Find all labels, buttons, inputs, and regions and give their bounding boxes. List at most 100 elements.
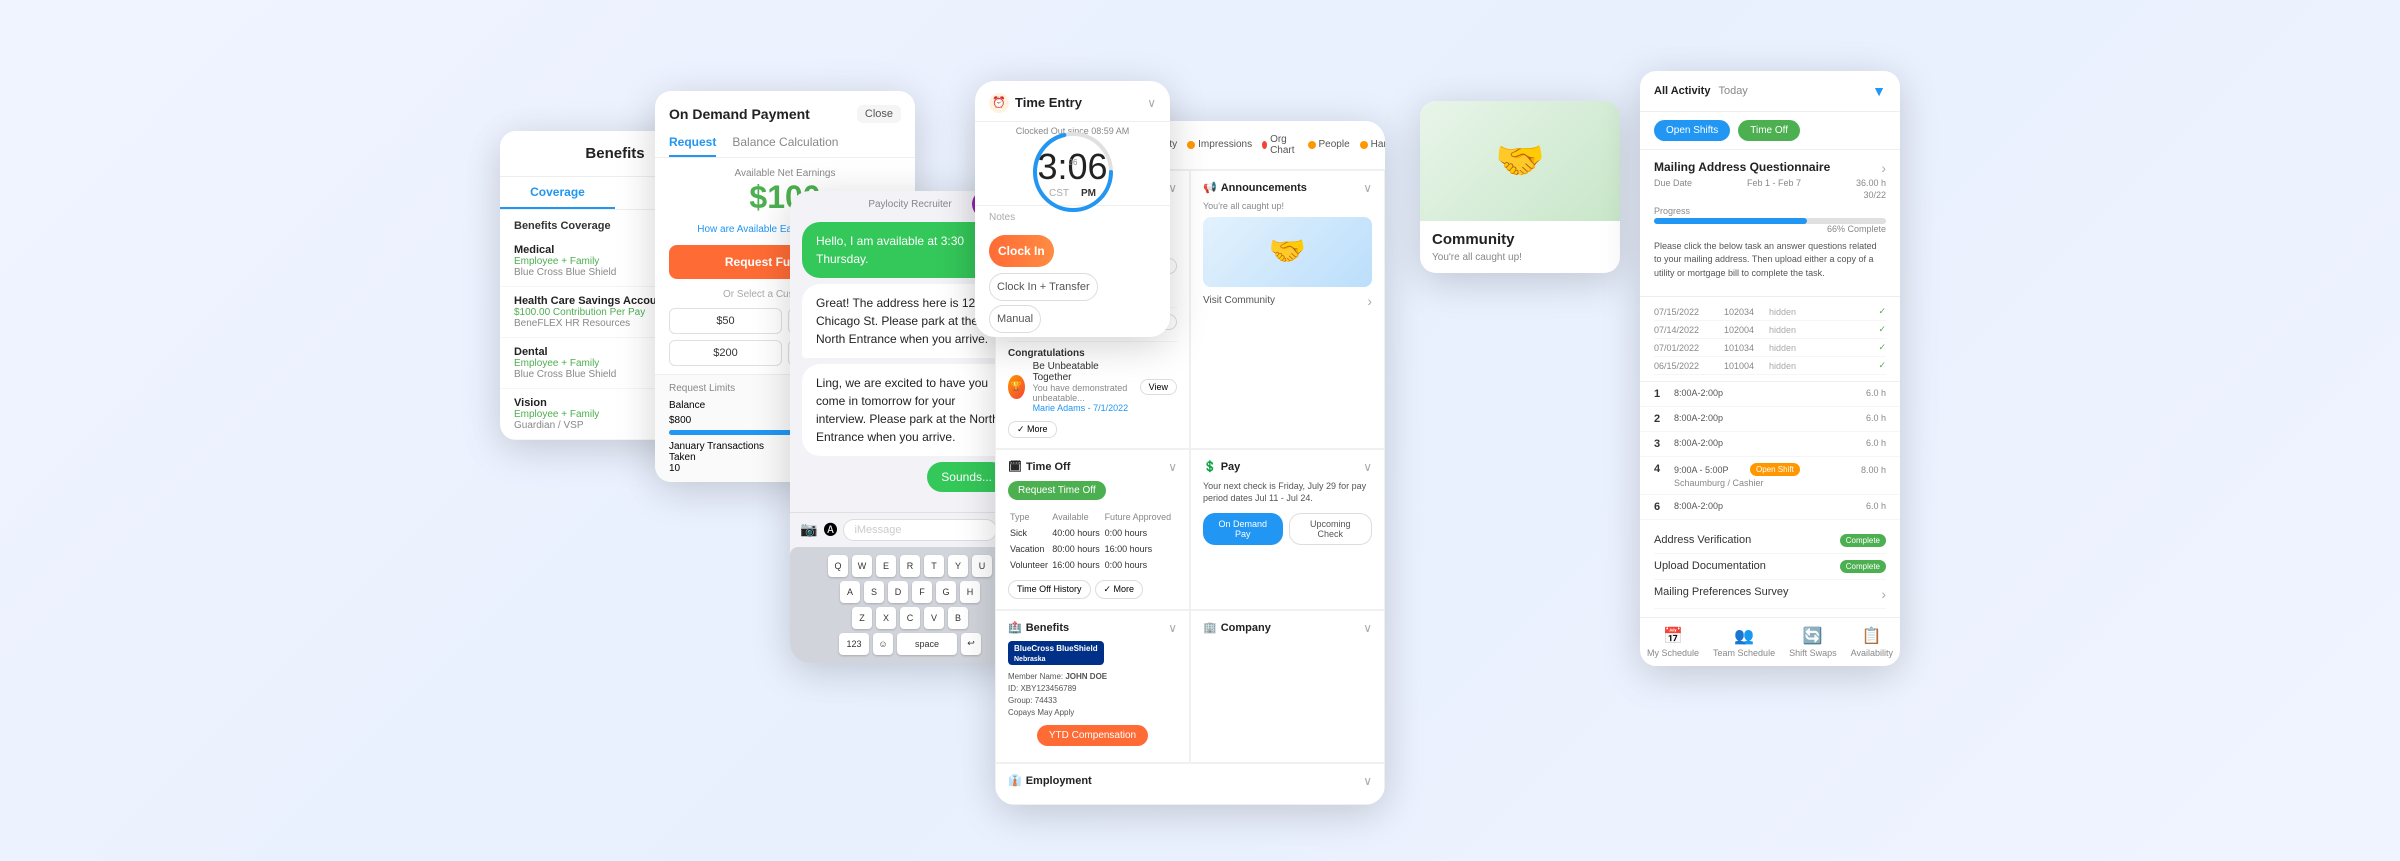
key-a[interactable]: A [840,581,860,603]
filter-icon[interactable]: ▼ [1872,83,1886,99]
schedule-entry-3a: 8:00A-2:00p 6.0 h [1674,438,1886,448]
odp-balance-tab[interactable]: Balance Calculation [732,129,838,157]
key-x[interactable]: X [876,607,896,629]
odp-request-tab[interactable]: Request [669,129,716,157]
odp-title: On Demand Payment [669,106,810,122]
te-clock-display: 26 3:06 CST PM [975,140,1170,205]
shift-swaps-icon: 🔄 [1803,626,1823,646]
key-u[interactable]: U [972,555,992,577]
pay-chevron[interactable]: ∨ [1363,460,1372,474]
progress-pct: 66% Complete [1654,224,1886,234]
key-t[interactable]: T [924,555,944,577]
schedule-entry-6a: 8:00A-2:00p 6.0 h [1674,501,1886,511]
schedule-day-3: 3 8:00A-2:00p 6.0 h [1640,432,1900,457]
mailing-due-section: Due Date Feb 1 - Feb 7 36.00 h [1654,178,1886,188]
te-header: ⏰ Time Entry ∨ [975,81,1170,122]
odp-taken-label: Taken [669,452,696,463]
nav-item-people[interactable]: People [1308,134,1350,156]
ytd-compensation-button[interactable]: YTD Compensation [1037,725,1148,746]
bcbs-logo: BlueCross BlueShield Nebraska [1008,641,1104,665]
schedule-day-6: 6 8:00A-2:00p 6.0 h [1640,495,1900,520]
key-q[interactable]: Q [828,555,848,577]
time-entry-card: ⏰ Time Entry ∨ Clocked Out since 08:59 A… [975,81,1170,337]
te-chevron[interactable]: ∨ [1147,96,1156,110]
on-demand-pay-button[interactable]: On Demand Pay [1203,513,1283,545]
more-button[interactable]: ✓ More [1008,421,1057,438]
key-c[interactable]: C [900,607,920,629]
company-header: 🏢 Company [1203,621,1271,634]
company-chevron[interactable]: ∨ [1363,621,1372,635]
benefits-widget-chevron[interactable]: ∨ [1168,621,1177,635]
nav-item-impressions[interactable]: Impressions [1187,134,1252,156]
congrats-by: Marie Adams - 7/1/2022 [1033,403,1136,413]
upload-documentation-task: Upload Documentation Complete [1654,554,1886,580]
key-w[interactable]: W [852,555,872,577]
odp-jan-label: January Transactions [669,441,764,452]
task-check-3: ✓ [1878,342,1886,353]
odp-amount-50[interactable]: $50 [669,308,782,334]
community-image: 🤝 [1420,101,1620,221]
upcoming-check-button[interactable]: Upcoming Check [1289,513,1372,545]
clock-in-button[interactable]: Clock In [989,235,1054,267]
key-y[interactable]: Y [948,555,968,577]
timeoff-chevron[interactable]: ∨ [1168,460,1177,474]
announcements-image: 🤝 [1203,217,1372,287]
key-s[interactable]: S [864,581,884,603]
imessage-input[interactable]: iMessage [843,519,996,541]
key-v[interactable]: V [924,607,944,629]
key-emoji[interactable]: ☺ [873,633,893,655]
activity-tabs: All Activity Today [1654,85,1748,97]
keyboard: Q W E R T Y U A S D F G H Z X C V B [790,547,1030,663]
app-icon[interactable]: 🅐 [823,520,837,540]
shift-swaps-nav[interactable]: 🔄 Shift Swaps [1789,626,1837,658]
camera-icon[interactable]: 📷 [800,521,817,538]
key-return[interactable]: ↩ [961,633,981,655]
visit-community-link[interactable]: Visit Community › [1203,293,1372,309]
timeoff-history-button[interactable]: Time Off History [1008,580,1091,599]
timeoff-more-button[interactable]: ✓ More [1095,580,1144,599]
mailing-survey-task: Mailing Preferences Survey › [1654,580,1886,609]
schedule-entry-2a: 8:00A-2:00p 6.0 h [1674,413,1886,423]
my-schedule-nav[interactable]: 📅 My Schedule [1647,626,1699,658]
key-g[interactable]: G [936,581,956,603]
key-space[interactable]: space [897,633,957,655]
key-z[interactable]: Z [852,607,872,629]
all-activity-tab[interactable]: All Activity [1654,85,1710,97]
task-check-2: ✓ [1878,324,1886,335]
benefits-widget-icon: 🏥 [1008,621,1022,634]
request-time-off-button[interactable]: Request Time Off [1008,481,1106,500]
manual-button[interactable]: Manual [989,305,1041,333]
schedule-day-1: 1 8:00A-2:00p 6.0 h [1640,382,1900,407]
clock-in-transfer-button[interactable]: Clock In + Transfer [989,273,1098,301]
congrats-view-button[interactable]: View [1140,379,1177,395]
key-r[interactable]: R [900,555,920,577]
coverage-tab[interactable]: Coverage [500,177,615,209]
employment-chevron[interactable]: ∨ [1363,774,1372,788]
task-record-2: 07/14/2022 102004 hidden ✓ [1654,321,1886,339]
survey-chevron-icon[interactable]: › [1881,586,1886,602]
key-e[interactable]: E [876,555,896,577]
key-f[interactable]: F [912,581,932,603]
team-schedule-nav[interactable]: 👥 Team Schedule [1713,626,1775,658]
te-clock-icon: ⏰ [989,93,1009,113]
announcements-chevron[interactable]: ∨ [1363,181,1372,195]
open-shift-badge: Open Shift [1750,463,1800,476]
nav-item-org-chart[interactable]: Org Chart [1262,134,1297,156]
key-h[interactable]: H [960,581,980,603]
odp-amount-200[interactable]: $200 [669,340,782,366]
key-123[interactable]: 123 [839,633,869,655]
due-date: 30/22 [1654,190,1886,200]
period-label: Feb 1 - Feb 7 [1747,178,1801,188]
key-d[interactable]: D [888,581,908,603]
odp-close-button[interactable]: Close [857,105,901,123]
key-b[interactable]: B [948,607,968,629]
availability-nav[interactable]: 📋 Availability [1851,626,1893,658]
time-off-button[interactable]: Time Off [1738,120,1800,141]
mailing-title: Mailing Address Questionnaire [1654,160,1830,174]
due-label: Due Date [1654,178,1692,188]
open-shifts-button[interactable]: Open Shifts [1654,120,1730,141]
nav-item-handbook[interactable]: Handbook [1360,134,1385,156]
today-tab[interactable]: Today [1718,85,1747,97]
mailing-chevron-icon[interactable]: › [1881,160,1886,176]
company-icon: 🏢 [1203,621,1217,634]
